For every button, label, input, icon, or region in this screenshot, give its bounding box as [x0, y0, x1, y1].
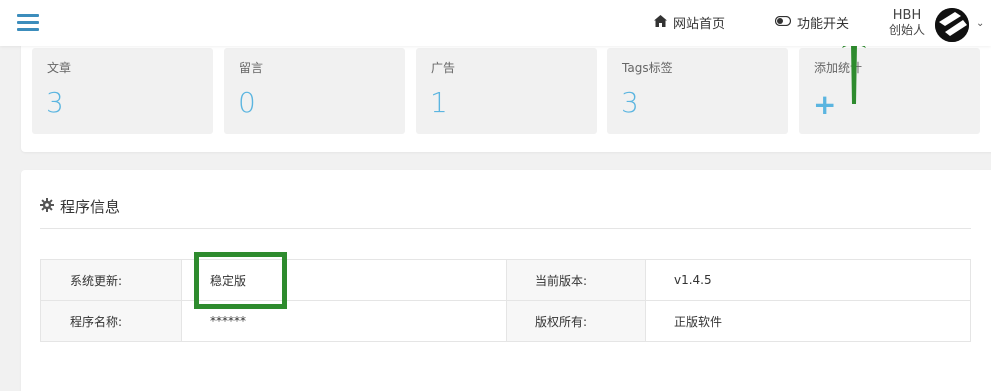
page-title: 程序信息	[60, 198, 121, 216]
table-cell-label: 程序名称:	[40, 300, 182, 342]
nav-feature-toggle-link[interactable]: 功能开关	[774, 13, 850, 32]
stat-label: 文章	[47, 61, 72, 75]
table-cell-label: 系统更新:	[40, 259, 182, 301]
stat-card-articles[interactable]: 文章 3	[32, 48, 213, 134]
user-info[interactable]: HBH 创始人	[882, 8, 932, 38]
table-row: 程序名称: ****** 版权所有: 正版软件	[40, 300, 971, 342]
stat-value: 0	[238, 86, 256, 119]
nav-func-label: 功能开关	[797, 17, 850, 32]
top-navbar: 网站首页 功能开关 HBH 创始人 ⌄	[0, 0, 991, 46]
panel-header: 程序信息	[40, 196, 120, 217]
menu-icon[interactable]	[17, 14, 39, 31]
user-name: HBH	[892, 8, 922, 23]
home-icon	[654, 14, 667, 31]
program-info-panel: 程序信息 系统更新: 稳定版 当前版本: v1.4.5 程序名称: ******…	[21, 170, 991, 391]
user-role: 创始人	[888, 23, 925, 37]
divider	[40, 228, 971, 229]
stat-card-add-stat[interactable]: 添加统计 +	[799, 48, 980, 134]
nav-home-link[interactable]: 网站首页	[654, 13, 725, 32]
table-row: 系统更新: 稳定版 当前版本: v1.4.5	[40, 259, 971, 301]
stat-value: 1	[430, 86, 448, 119]
program-info-table: 系统更新: 稳定版 当前版本: v1.4.5 程序名称: ****** 版权所有…	[40, 259, 971, 342]
table-cell-value: 正版软件	[645, 300, 971, 342]
stat-label: Tags标签	[622, 61, 673, 75]
stat-card-ads[interactable]: 广告 1	[416, 48, 597, 134]
stat-label: 留言	[239, 61, 264, 75]
add-icon[interactable]: +	[813, 88, 836, 121]
stat-value: 3	[46, 86, 64, 119]
nav-home-label: 网站首页	[673, 17, 726, 32]
toggle-icon	[774, 15, 792, 30]
table-cell-label: 版权所有:	[506, 300, 646, 342]
annotation-highlight-box	[194, 252, 287, 309]
stat-card-messages[interactable]: 留言 0	[224, 48, 405, 134]
gear-icon	[40, 197, 54, 216]
avatar[interactable]	[935, 8, 969, 42]
stat-label: 广告	[431, 61, 456, 75]
stat-card-tags[interactable]: Tags标签 3	[607, 48, 788, 134]
table-cell-value: v1.4.5	[645, 259, 971, 301]
table-cell-label: 当前版本:	[506, 259, 646, 301]
stat-value: 3	[621, 86, 639, 119]
chevron-down-icon[interactable]: ⌄	[976, 18, 984, 29]
